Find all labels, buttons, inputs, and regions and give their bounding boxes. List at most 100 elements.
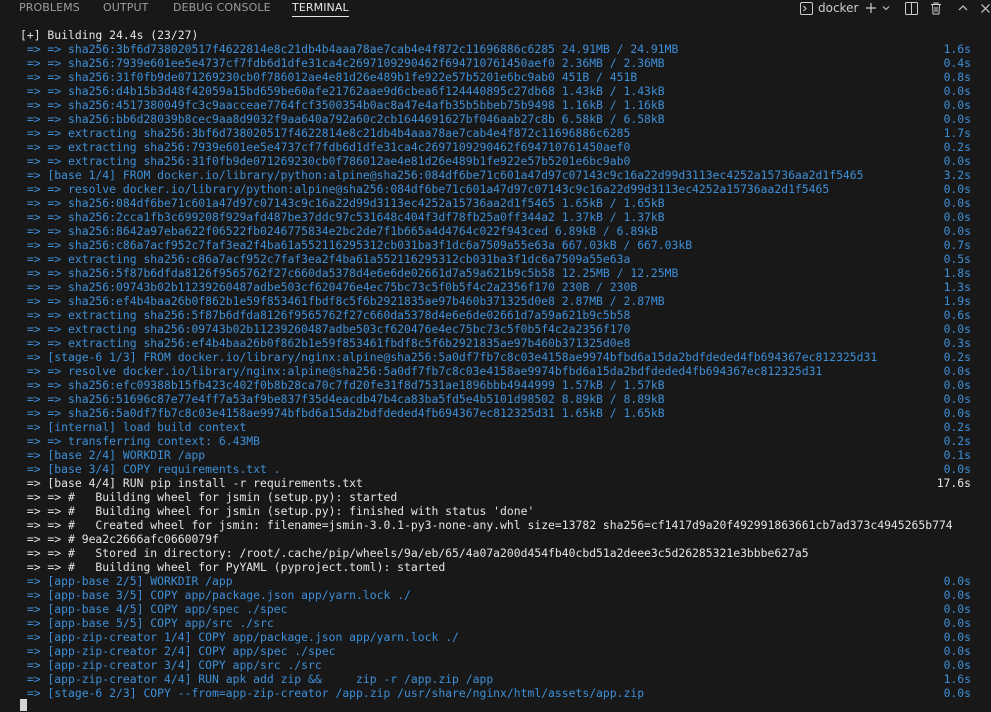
terminal-line-text: => => sha256:7939e601ee5e4737cf7fdb6d1df…	[20, 56, 665, 70]
terminal-line: => [base 3/4] COPY requirements.txt . 0.0…	[20, 462, 980, 476]
terminal-line-text: => [internal] load build context	[20, 420, 247, 434]
terminal-line-duration: 3.2s	[943, 168, 971, 182]
terminal-line-text: => => sha256:5f87b6dfda8126f9565762f27c6…	[20, 266, 679, 280]
terminal-line-text: => => sha256:ef4b4baa26b0f862b1e59f85346…	[20, 294, 665, 308]
terminal-output[interactable]: [+] Building 24.4s (23/27) => => sha256:…	[20, 28, 980, 700]
terminal-line-text: => => sha256:51696c87e77e4ff7a53af9be837…	[20, 392, 665, 406]
terminal-line: => => extracting sha256:5f87b6dfda8126f9…	[20, 308, 980, 322]
terminal-line-duration: 0.4s	[943, 56, 971, 70]
terminal-line-duration: 0.0s	[943, 154, 971, 168]
terminal-line-text: => [base 1/4] FROM docker.io/library/pyt…	[20, 168, 864, 182]
terminal-line-text: => [app-zip-creator 4/4] RUN apk add zip…	[20, 672, 494, 686]
terminal-line: => => sha256:d4b15b3d48f42059a15bd659be6…	[20, 84, 980, 98]
terminal-line-duration: 0.0s	[943, 406, 971, 420]
terminal-line-duration: 0.2s	[943, 434, 971, 448]
terminal-line-duration: 1.9s	[943, 294, 971, 308]
terminal-line: => => resolve docker.io/library/python:a…	[20, 182, 980, 196]
terminal-line-text: => => sha256:2cca1fb3c699208f929afd487be…	[20, 210, 665, 224]
terminal-line: => => # Stored in directory: /root/.cach…	[20, 546, 980, 560]
tab-output[interactable]: OUTPUT	[103, 0, 148, 16]
terminal-line-text: => => extracting sha256:c86a7acf952c7faf…	[20, 252, 631, 266]
terminal-line-duration: 1.3s	[943, 280, 971, 294]
terminal-icon[interactable]	[798, 0, 814, 16]
terminal-line-text: => [base 4/4] RUN pip install -r require…	[20, 476, 363, 490]
terminal-line-duration: 1.7s	[943, 126, 971, 140]
terminal-line-text: => [app-zip-creator 1/4] COPY app/packag…	[20, 630, 459, 644]
terminal-line-text: => => extracting sha256:5f87b6dfda8126f9…	[20, 308, 631, 322]
terminal-line-text: => => extracting sha256:31f0fb9de0712692…	[20, 154, 631, 168]
terminal-line-duration: 0.0s	[943, 182, 971, 196]
terminal-line-duration: 0.2s	[943, 140, 971, 154]
terminal-line-text: => => sha256:8642a97eba622f06522fb024677…	[20, 224, 658, 238]
terminal-line-text: => => # Stored in directory: /root/.cach…	[20, 546, 809, 560]
tab-problems[interactable]: PROBLEMS	[19, 0, 80, 16]
terminal-line-text: => => sha256:efc09388b15fb423c402f0b8b28…	[20, 378, 665, 392]
plus-icon[interactable]	[863, 0, 879, 16]
terminal-line: => => sha256:5f87b6dfda8126f9565762f27c6…	[20, 266, 980, 280]
terminal-line-duration: 17.6s	[936, 476, 971, 490]
terminal-line-text: => => # Building wheel for PyYAML (pypro…	[20, 560, 446, 574]
terminal-line-text: => => sha256:09743b02b11239260487adbe503…	[20, 280, 638, 294]
terminal-line: => [app-zip-creator 1/4] COPY app/packag…	[20, 630, 980, 644]
terminal-line-duration: 1.8s	[943, 266, 971, 280]
terminal-line-text: => => # Building wheel for jsmin (setup.…	[20, 490, 398, 504]
terminal-line-duration: 0.0s	[943, 616, 971, 630]
terminal-line-text: => => transferring context: 6.43MB	[20, 434, 261, 448]
terminal-line-duration: 0.0s	[943, 462, 971, 476]
terminal-line: => => sha256:2cca1fb3c699208f929afd487be…	[20, 210, 980, 224]
tab-terminal[interactable]: TERMINAL	[292, 0, 349, 17]
terminal-line-duration: 0.0s	[943, 322, 971, 336]
terminal-line: => => # Created wheel for jsmin: filenam…	[20, 518, 980, 532]
terminal-line: => => sha256:5a0df7fb7c8c03e4158ae9974bf…	[20, 406, 980, 420]
terminal-line-duration: 0.0s	[943, 686, 971, 700]
terminal-instance-name[interactable]: docker	[818, 0, 858, 16]
terminal-line-text: => => sha256:31f0fb9de071269230cb0f78601…	[20, 70, 638, 84]
terminal-line-text: => => sha256:3bf6d738020517f4622814e8c21…	[20, 42, 679, 56]
chevron-down-icon[interactable]	[878, 0, 894, 16]
terminal-line: => [stage-6 1/3] FROM docker.io/library/…	[20, 350, 980, 364]
terminal-line: => [app-zip-creator 2/4] COPY app/spec .…	[20, 644, 980, 658]
terminal-line-duration: 0.0s	[943, 588, 971, 602]
terminal-line-text: [+] Building 24.4s (23/27)	[20, 28, 199, 42]
terminal-line-duration: 0.0s	[943, 602, 971, 616]
tab-debug-console[interactable]: DEBUG CONSOLE	[173, 0, 271, 16]
terminal-line: => => extracting sha256:3bf6d738020517f4…	[20, 126, 980, 140]
chevron-up-icon[interactable]	[955, 0, 971, 16]
terminal-line-text: => [app-base 5/5] COPY app/src ./src	[20, 616, 274, 630]
terminal-line-text: => [app-base 3/5] COPY app/package.json …	[20, 588, 411, 602]
trash-icon[interactable]	[928, 0, 944, 16]
close-icon[interactable]	[977, 0, 991, 16]
terminal-line-text: => => # 9ea2c2666afc0660079f	[20, 532, 219, 546]
split-terminal-icon[interactable]	[903, 0, 919, 16]
terminal-line: => => resolve docker.io/library/nginx:al…	[20, 364, 980, 378]
terminal-line: => [app-base 4/5] COPY app/spec ./spec 0.…	[20, 602, 980, 616]
terminal-line: => [stage-6 2/3] COPY --from=app-zip-cre…	[20, 686, 980, 700]
terminal-line: => => # Building wheel for jsmin (setup.…	[20, 504, 980, 518]
terminal-line-duration: 0.0s	[943, 378, 971, 392]
terminal-line-text: => => sha256:5a0df7fb7c8c03e4158ae9974bf…	[20, 406, 665, 420]
terminal-line-duration: 0.0s	[943, 224, 971, 238]
terminal-line: => => # Building wheel for PyYAML (pypro…	[20, 560, 980, 574]
terminal-line-duration: 0.0s	[943, 658, 971, 672]
terminal-line: => => sha256:4517380049fc3c9aacceae7764f…	[20, 98, 980, 112]
terminal-line-text: => => extracting sha256:3bf6d738020517f4…	[20, 126, 631, 140]
terminal-line: => [app-zip-creator 3/4] COPY app/src ./…	[20, 658, 980, 672]
terminal-line-text: => [app-base 2/5] WORKDIR /app	[20, 574, 233, 588]
terminal-line: => [app-base 2/5] WORKDIR /app 0.0s	[20, 574, 980, 588]
terminal-line-duration: 0.0s	[943, 644, 971, 658]
terminal-line: => => sha256:efc09388b15fb423c402f0b8b28…	[20, 378, 980, 392]
terminal-line-text: => => resolve docker.io/library/nginx:al…	[20, 364, 823, 378]
terminal-line-text: => => extracting sha256:09743b02b1123926…	[20, 322, 631, 336]
terminal-line-text: => => sha256:084df6be71c601a47d97c07143c…	[20, 196, 665, 210]
terminal-line: => => transferring context: 6.43MB 0.2s	[20, 434, 980, 448]
terminal-line: => => sha256:09743b02b11239260487adbe503…	[20, 280, 980, 294]
terminal-line: => => # Building wheel for jsmin (setup.…	[20, 490, 980, 504]
terminal-line: => [base 4/4] RUN pip install -r require…	[20, 476, 980, 490]
terminal-line-text: => => resolve docker.io/library/python:a…	[20, 182, 830, 196]
terminal-line-text: => => # Building wheel for jsmin (setup.…	[20, 504, 535, 518]
terminal-line: => => sha256:7939e601ee5e4737cf7fdb6d1df…	[20, 56, 980, 70]
panel-tab-bar: PROBLEMS OUTPUT DEBUG CONSOLE TERMINAL d…	[0, 0, 991, 18]
terminal-line-duration: 0.2s	[943, 350, 971, 364]
terminal-line: => => sha256:51696c87e77e4ff7a53af9be837…	[20, 392, 980, 406]
terminal-line-text: => => extracting sha256:ef4b4baa26b0f862…	[20, 336, 631, 350]
